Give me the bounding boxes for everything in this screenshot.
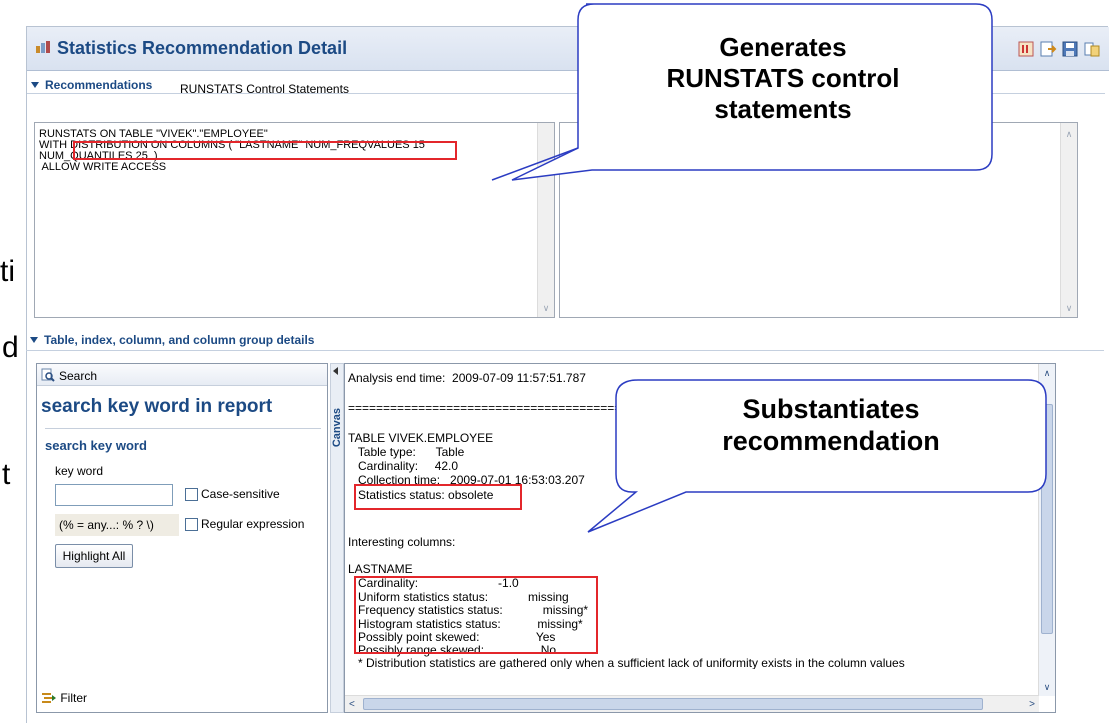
callout-bottom-text: Substantiates recommendation [624, 393, 1038, 458]
callout-line: Generates [719, 32, 847, 62]
callout-line: RUNSTATS control [666, 63, 900, 94]
callout-line: recommendation [722, 426, 940, 457]
callout-line: statements [714, 94, 852, 125]
callout-top-text: Generates RUNSTATS control statements [590, 32, 976, 126]
callout-line: Substantiates [742, 394, 920, 424]
